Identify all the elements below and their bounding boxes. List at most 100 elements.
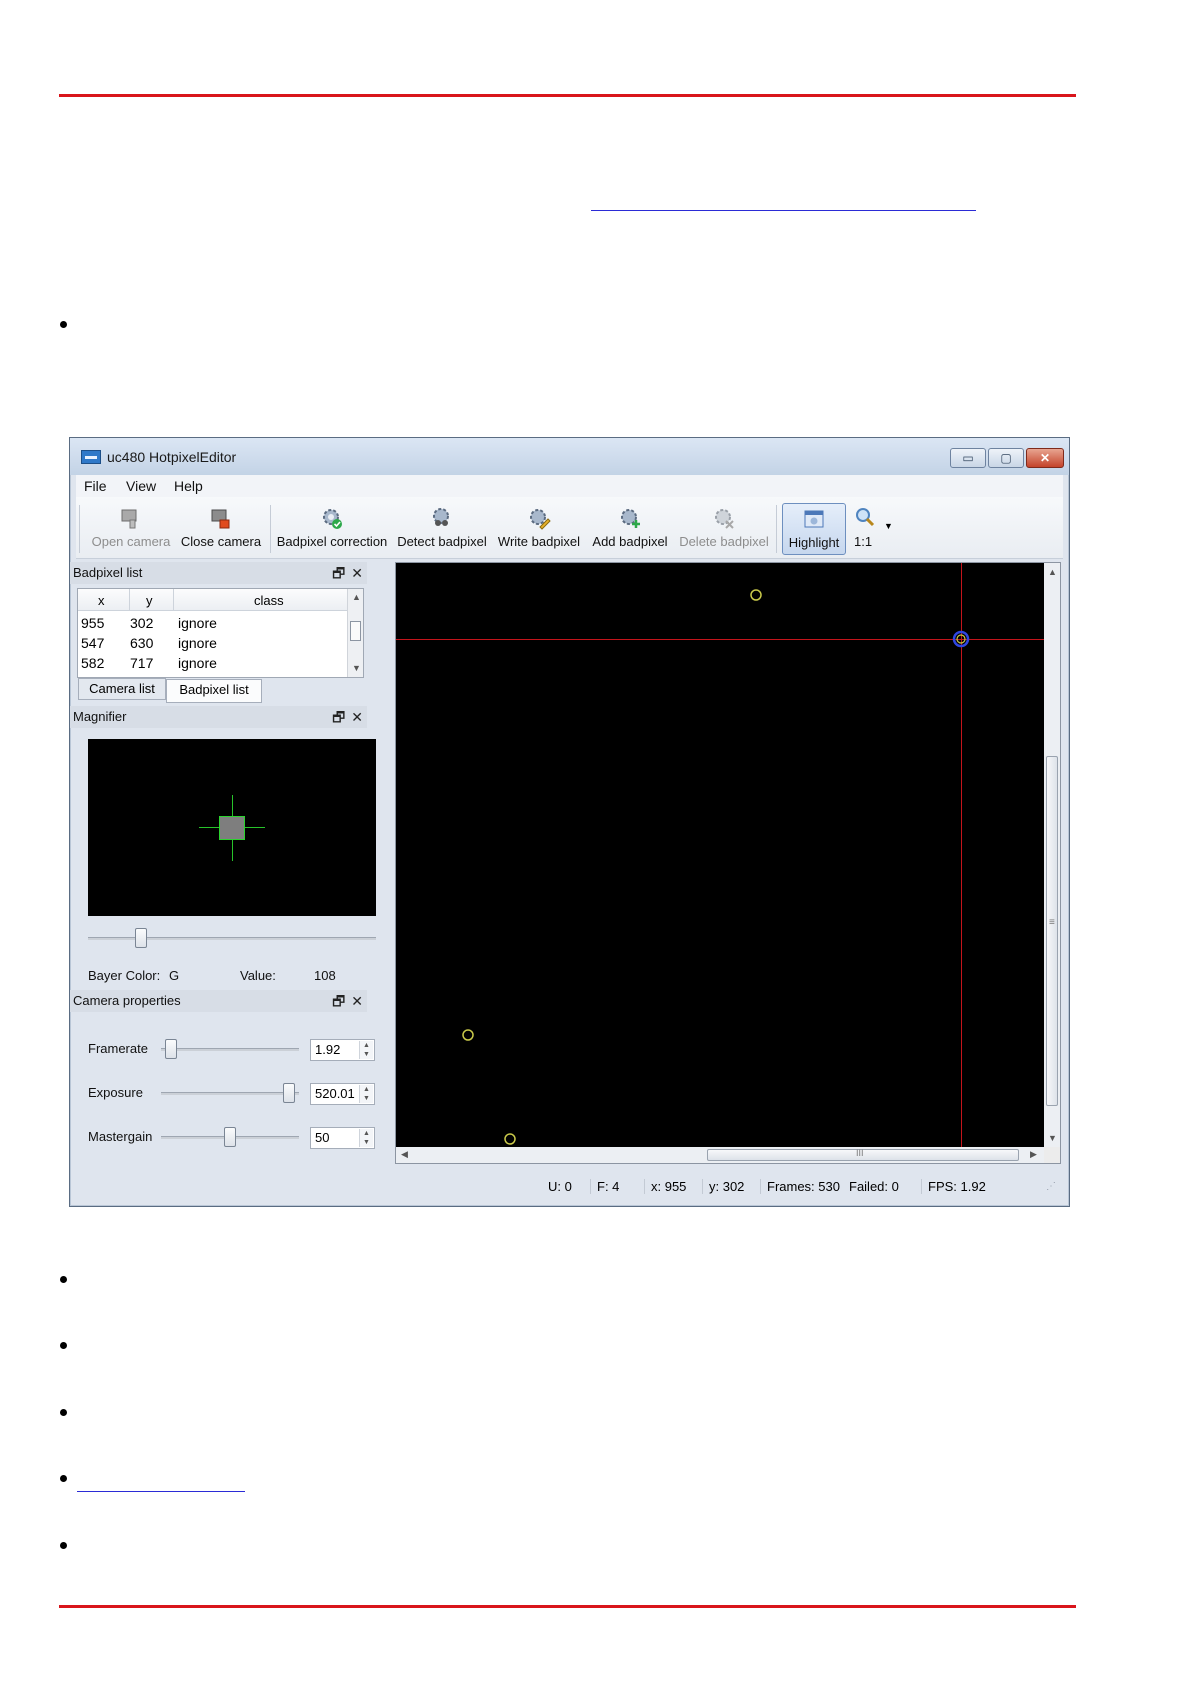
size-grip-icon[interactable]: ⋰	[1046, 1181, 1056, 1192]
table-scrollbar[interactable]: ▲ ▼	[347, 589, 363, 677]
image-view: ▲ ≡ ▼ ◀ III ▶	[395, 562, 1061, 1164]
zoom-button[interactable]: 1:1 ▼	[850, 503, 896, 555]
framerate-slider-thumb[interactable]	[164, 1039, 177, 1059]
camera-image-canvas[interactable]	[396, 563, 1044, 1147]
gear-check-icon	[323, 509, 342, 529]
spin-arrows-icon[interactable]: ▲ ▼	[359, 1129, 373, 1147]
close-icon[interactable]: ✕	[351, 993, 363, 1009]
detect-badpixel-label: Detect badpixel	[397, 534, 487, 549]
menu-file[interactable]: File	[84, 478, 107, 494]
magnifier-zoom-icon	[856, 508, 875, 527]
delete-badpixel-label: Delete badpixel	[679, 534, 769, 549]
bullet	[60, 1475, 67, 1482]
magnifier-zoom-slider[interactable]	[88, 937, 376, 940]
top-rule	[59, 94, 1076, 97]
status-f: F: 4	[590, 1179, 619, 1194]
scroll-thumb[interactable]	[350, 621, 361, 641]
status-y: y: 302	[702, 1179, 744, 1194]
close-button[interactable]: ✕	[1026, 448, 1064, 468]
float-icon[interactable]: 🗗	[332, 993, 345, 1009]
add-badpixel-button[interactable]: Add badpixel	[588, 503, 672, 555]
highlight-label: Highlight	[788, 535, 840, 550]
column-header-class[interactable]: class	[254, 593, 284, 608]
delete-badpixel-button[interactable]: Delete badpixel	[676, 503, 772, 555]
bullet	[60, 321, 67, 328]
close-icon[interactable]: ✕	[351, 709, 363, 725]
magnifier-zoom-thumb[interactable]	[134, 928, 147, 948]
exposure-label: Exposure	[88, 1085, 143, 1100]
badpixel-marker	[750, 589, 762, 601]
camera-icon	[121, 509, 137, 529]
badpixel-table: x y class 955 302 ignore 547 630 ignore …	[77, 588, 364, 678]
float-icon[interactable]: 🗗	[332, 565, 345, 581]
framerate-value: 1.92	[315, 1042, 341, 1057]
add-badpixel-label: Add badpixel	[592, 534, 668, 549]
row-x: 582	[81, 655, 105, 671]
write-badpixel-button[interactable]: Write badpixel	[494, 503, 584, 555]
value-label: Value:	[240, 968, 276, 983]
table-row[interactable]: 582 717 ignore	[78, 653, 349, 673]
scroll-down-arrow[interactable]: ▼	[1048, 1133, 1057, 1143]
mastergain-value: 50	[315, 1130, 330, 1145]
exposure-slider-thumb[interactable]	[283, 1083, 296, 1103]
document-link-underline[interactable]	[77, 1491, 245, 1492]
chevron-down-icon[interactable]: ▼	[884, 521, 893, 531]
tab-camera-list[interactable]: Camera list	[78, 678, 166, 700]
close-camera-button[interactable]: Close camera	[178, 503, 264, 555]
row-x: 547	[81, 635, 105, 651]
bullet	[60, 1276, 67, 1283]
mastergain-slider-thumb[interactable]	[224, 1127, 236, 1147]
badpixel-correction-label: Badpixel correction	[276, 534, 388, 549]
scroll-down-arrow[interactable]: ▼	[352, 663, 361, 673]
framerate-spinbox[interactable]: 1.92 ▲ ▼	[310, 1039, 375, 1061]
document-link-underline[interactable]	[591, 210, 976, 211]
framerate-slider[interactable]	[161, 1048, 299, 1051]
table-row[interactable]: 955 302 ignore	[78, 613, 349, 633]
menu-help[interactable]: Help	[174, 478, 203, 494]
badpixel-correction-button[interactable]: Badpixel correction	[274, 503, 390, 555]
bottom-rule	[59, 1605, 1076, 1608]
menu-view[interactable]: View	[126, 478, 156, 494]
exposure-slider[interactable]	[161, 1092, 299, 1095]
status-u: U: 0	[548, 1179, 572, 1194]
bullet	[60, 1542, 67, 1549]
scroll-up-arrow[interactable]: ▲	[1048, 567, 1057, 577]
tab-badpixel-list[interactable]: Badpixel list	[166, 679, 262, 703]
table-row[interactable]: 547 630 ignore	[78, 633, 349, 653]
maximize-button[interactable]: ▢	[988, 448, 1024, 468]
mastergain-label: Mastergain	[88, 1129, 153, 1144]
toolbar-separator	[776, 505, 777, 553]
spin-arrows-icon[interactable]: ▲ ▼	[359, 1085, 373, 1103]
image-horizontal-scrollbar[interactable]: ◀ III ▶	[396, 1147, 1044, 1163]
close-icon[interactable]: ✕	[351, 565, 363, 581]
scroll-right-arrow[interactable]: ▶	[1030, 1149, 1037, 1160]
column-header-x[interactable]: x	[98, 593, 105, 608]
mastergain-spinbox[interactable]: 50 ▲ ▼	[310, 1127, 375, 1149]
magnifier-dock-title: Magnifier 🗗 ✕	[70, 706, 367, 728]
row-y: 630	[130, 635, 154, 651]
detect-badpixel-button[interactable]: Detect badpixel	[394, 503, 490, 555]
highlight-button[interactable]: Highlight	[782, 503, 846, 555]
image-vertical-scrollbar[interactable]: ▲ ≡ ▼	[1044, 563, 1060, 1147]
badpixel-marker	[462, 1029, 474, 1041]
camera-properties-dock-title: Camera properties 🗗 ✕	[70, 990, 367, 1012]
highlight-icon	[804, 510, 824, 528]
open-camera-button[interactable]: Open camera	[86, 503, 176, 555]
badpixel-dock-title: Badpixel list 🗗 ✕	[70, 562, 367, 584]
toolbar-grip	[79, 505, 80, 553]
vertical-scroll-thumb[interactable]: ≡	[1046, 756, 1058, 1106]
spin-arrows-icon[interactable]: ▲ ▼	[359, 1041, 373, 1059]
float-icon[interactable]: 🗗	[332, 709, 345, 725]
scroll-up-arrow[interactable]: ▲	[352, 592, 361, 602]
toolbar-separator	[270, 505, 271, 553]
badpixel-marker	[504, 1133, 516, 1145]
window-title: uc480 HotpixelEditor	[107, 449, 237, 465]
row-class: ignore	[178, 615, 217, 631]
toolbar: Open camera Close camera Badpixel correc…	[76, 497, 1063, 559]
horizontal-scroll-thumb[interactable]: III	[707, 1148, 1019, 1161]
column-header-y[interactable]: y	[146, 593, 153, 608]
scroll-left-arrow[interactable]: ◀	[401, 1149, 408, 1160]
minimize-button[interactable]: ▭	[950, 448, 986, 468]
exposure-spinbox[interactable]: 520.01 ▲ ▼	[310, 1083, 375, 1105]
status-x: x: 955	[644, 1179, 686, 1194]
